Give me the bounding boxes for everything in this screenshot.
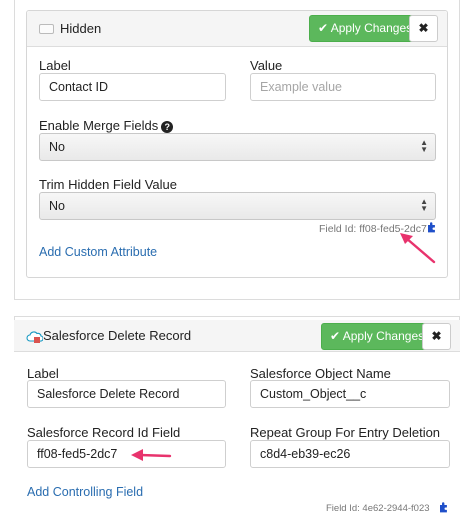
apply-changes-button[interactable]: ✔ Apply Changes [309, 15, 422, 42]
help-icon[interactable]: ? [161, 121, 174, 133]
check-icon: ✔ [330, 329, 341, 343]
sf-label-input[interactable]: Salesforce Delete Record [27, 380, 226, 408]
close-button[interactable]: ✖ [409, 15, 438, 42]
sf-label-field-label: Label [27, 366, 59, 381]
hidden-card-title: Hidden [60, 21, 102, 36]
object-name-input[interactable]: Custom_Object__c [250, 380, 450, 408]
sf-field-id-text: Field Id: 4e62-2944-f023 [326, 503, 430, 514]
salesforce-card-header: Salesforce Delete Record ✔ Apply Changes… [14, 320, 460, 352]
puzzle-icon[interactable] [438, 502, 449, 513]
hidden-field-icon [39, 24, 54, 34]
object-name-label: Salesforce Object Name [250, 366, 391, 381]
pink-arrow-icon [400, 233, 436, 264]
hidden-card-header: Hidden ✔ Apply Changes ✖ [27, 11, 447, 47]
value-field-label: Value [250, 58, 283, 73]
check-icon: ✔ [318, 21, 329, 35]
repeat-group-label: Repeat Group For Entry Deletion [250, 425, 441, 440]
trim-value-label: Trim Hidden Field Value [39, 177, 177, 192]
select-caret-icon: ▲ ▼ [420, 197, 428, 213]
pink-arrow-icon [131, 449, 172, 461]
select-caret-icon: ▲ ▼ [420, 138, 428, 154]
apply-changes-button[interactable]: ✔ Apply Changes [321, 323, 434, 350]
label-input[interactable]: Contact ID [39, 73, 226, 101]
trim-value-select[interactable]: No ▲ ▼ [39, 192, 436, 220]
add-controlling-field-link[interactable]: Add Controlling Field [27, 485, 143, 499]
merge-fields-select[interactable]: No ▲ ▼ [39, 133, 436, 161]
record-id-label: Salesforce Record Id Field [27, 425, 181, 440]
salesforce-cloud-icon [26, 331, 43, 343]
record-id-input[interactable]: ff08-fed5-2dc7 [27, 440, 226, 468]
close-button[interactable]: ✖ [422, 323, 451, 350]
add-custom-attribute-link[interactable]: Add Custom Attribute [39, 245, 157, 259]
repeat-group-input[interactable]: c8d4-eb39-ec26 [250, 440, 450, 468]
label-field-label: Label [39, 58, 71, 73]
salesforce-card-title: Salesforce Delete Record [43, 328, 192, 343]
merge-fields-label: Enable Merge Fields? [39, 118, 174, 133]
value-input[interactable]: Example value [250, 73, 436, 101]
